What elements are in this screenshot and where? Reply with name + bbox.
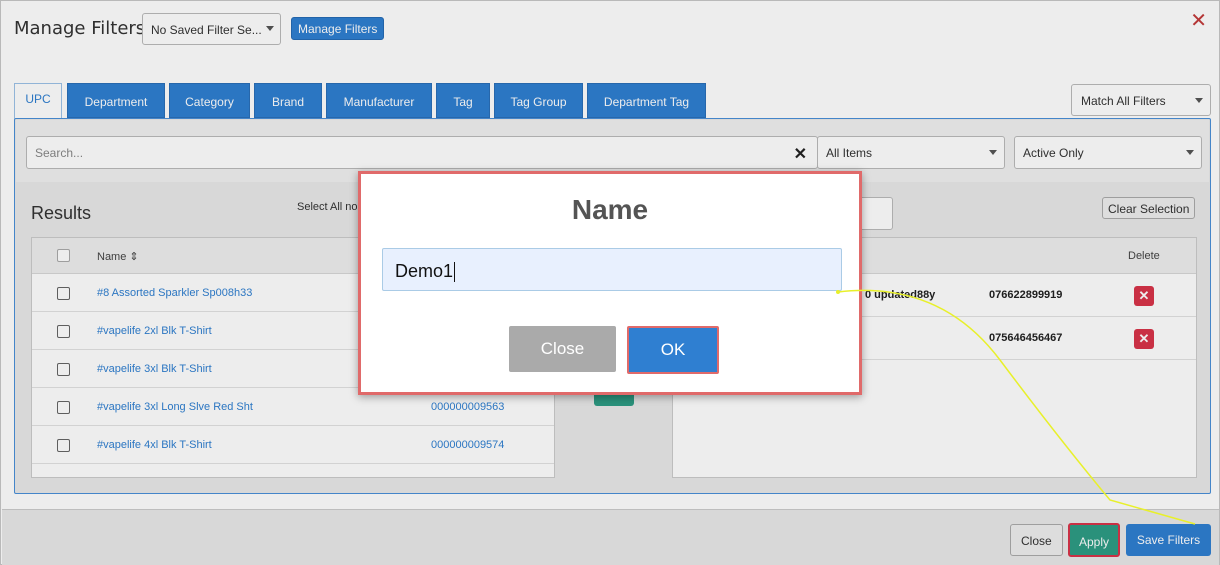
- modal-close-button[interactable]: Close: [509, 326, 616, 372]
- name-input-value: Demo1: [395, 261, 454, 281]
- modal-title: Name: [571, 194, 649, 225]
- name-modal: Name Demo1 Close OK: [358, 171, 862, 395]
- modal-ok-button[interactable]: OK: [627, 326, 719, 374]
- text-cursor: [454, 262, 456, 283]
- name-input[interactable]: Demo1: [382, 248, 842, 291]
